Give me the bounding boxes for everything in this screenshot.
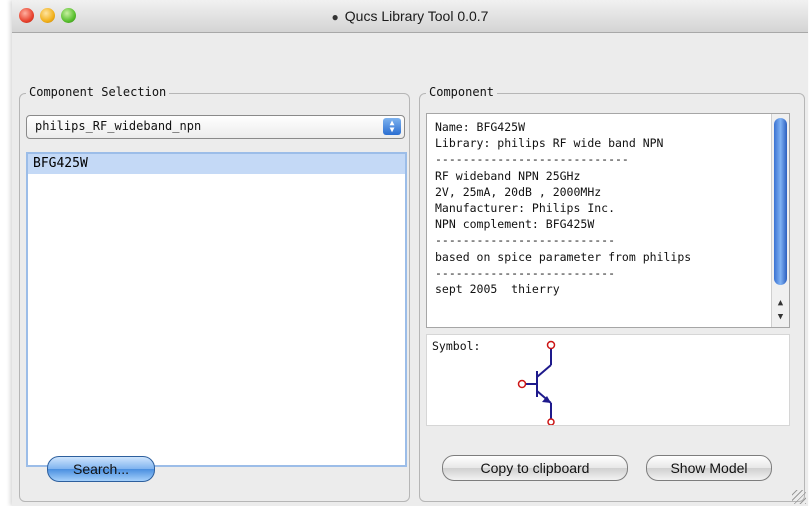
info-line: NPN complement: BFG425W xyxy=(435,217,595,232)
app-window: ● Qucs Library Tool 0.0.7 Component Selec… xyxy=(12,0,808,506)
scrollbar-thumb[interactable] xyxy=(774,118,787,285)
component-info-lines: Name: BFG425W Library: philips RF wide b… xyxy=(435,119,691,297)
info-line: Manufacturer: Philips Inc. xyxy=(435,200,616,215)
copy-to-clipboard-button[interactable]: Copy to clipboard xyxy=(442,455,628,481)
title-bar[interactable]: ● Qucs Library Tool 0.0.7 xyxy=(12,0,808,33)
info-line: -------------------------- xyxy=(435,233,616,248)
library-select-value: philips_RF_wideband_npn xyxy=(35,119,202,133)
library-select[interactable]: philips_RF_wideband_npn ▲ ▼ xyxy=(26,115,405,139)
resize-grip-icon[interactable] xyxy=(792,490,806,504)
info-line: sept 2005 thierry xyxy=(435,281,560,296)
symbol-view: Symbol: xyxy=(426,334,790,426)
show-model-button[interactable]: Show Model xyxy=(646,455,772,481)
window-title-container: ● Qucs Library Tool 0.0.7 xyxy=(12,8,808,24)
info-line: ---------------------------- xyxy=(435,152,629,167)
info-line: RF wideband NPN 25GHz xyxy=(435,168,581,183)
component-label: Component xyxy=(426,85,498,99)
component-info-text[interactable]: Name: BFG425W Library: philips RF wide b… xyxy=(426,113,790,328)
window-title: Qucs Library Tool 0.0.7 xyxy=(344,8,489,24)
search-button[interactable]: Search... xyxy=(47,456,155,482)
list-item[interactable]: BFG425W xyxy=(28,154,405,174)
component-group: Component Name: BFG425W Library: philips… xyxy=(419,85,805,502)
component-selection-label: Component Selection xyxy=(26,85,170,99)
up-down-arrows-icon: ▲ ▼ xyxy=(383,118,401,135)
info-line: 2V, 25mA, 20dB , 2000MHz xyxy=(435,184,602,199)
scroll-up-arrow-icon[interactable]: ▲ xyxy=(772,296,789,310)
component-selection-group: Component Selection philips_RF_wideband_… xyxy=(19,85,410,502)
component-list[interactable]: BFG425W xyxy=(26,152,407,467)
npn-transistor-symbol xyxy=(517,340,556,425)
app-icon: ● xyxy=(331,10,339,24)
scroll-down-arrow-icon[interactable]: ▼ xyxy=(772,310,789,324)
info-line: Name: BFG425W xyxy=(435,120,526,134)
info-scrollbar[interactable]: ▲ ▼ xyxy=(771,114,789,327)
info-line: -------------------------- xyxy=(435,265,616,280)
info-line: Library: philips RF wide band NPN xyxy=(435,136,664,151)
info-line: based on spice parameter from philips xyxy=(435,249,692,264)
